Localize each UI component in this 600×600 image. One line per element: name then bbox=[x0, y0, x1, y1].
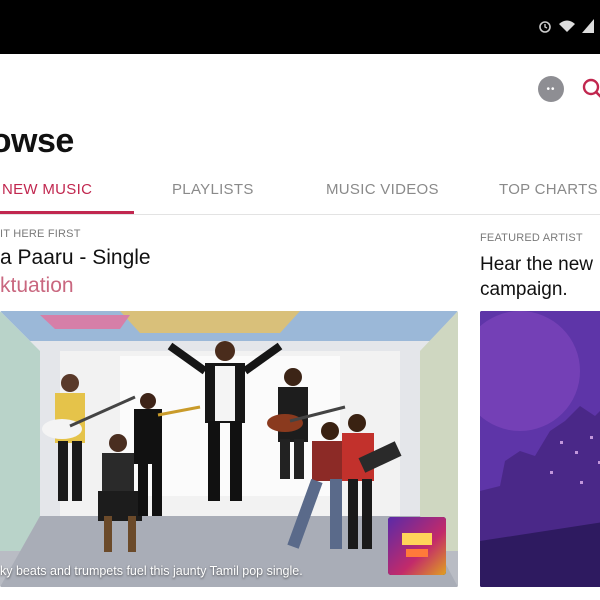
featured-artist-card[interactable]: FEATURED ARTIST Hear the new campaign. bbox=[480, 232, 600, 302]
tab-music-videos[interactable]: MUSIC VIDEOS bbox=[326, 181, 439, 198]
alarm-icon bbox=[538, 19, 552, 33]
featured-release-image[interactable] bbox=[0, 311, 458, 587]
album-art-icon bbox=[388, 517, 446, 575]
release-caption: ky beats and trumpets fuel this jaunty T… bbox=[0, 564, 303, 578]
page-title: rowse bbox=[0, 122, 74, 160]
tab-playlists[interactable]: PLAYLISTS bbox=[172, 181, 254, 198]
featured-artist-subtitle: campaign. bbox=[480, 279, 568, 300]
tab-bar: NEW MUSIC PLAYLISTS MUSIC VIDEOS TOP CHA… bbox=[0, 170, 600, 215]
search-icon bbox=[582, 78, 600, 98]
album-art-thumbnail[interactable] bbox=[388, 517, 446, 575]
status-bar bbox=[0, 0, 600, 54]
cityscape-image bbox=[480, 311, 600, 587]
tab-top-charts[interactable]: TOP CHARTS bbox=[499, 181, 598, 198]
wifi-icon bbox=[558, 19, 576, 33]
featured-artist-title: Hear the new bbox=[480, 254, 594, 275]
release-title: a Paaru - Single bbox=[0, 246, 151, 269]
tab-new-music[interactable]: NEW MUSIC bbox=[2, 181, 92, 198]
featured-artist-image[interactable] bbox=[480, 311, 600, 587]
featured-release-card[interactable]: IT HERE FIRST a Paaru - Single ktuation bbox=[0, 228, 460, 298]
avatar-initials: •• bbox=[546, 83, 556, 95]
active-tab-indicator bbox=[0, 211, 134, 214]
artist-name[interactable]: ktuation bbox=[0, 274, 460, 298]
app-bar bbox=[0, 54, 600, 124]
search-button[interactable] bbox=[580, 76, 600, 102]
avatar[interactable]: •• bbox=[538, 76, 564, 102]
signal-icon bbox=[582, 19, 594, 33]
card-eyebrow-featured-artist: FEATURED ARTIST bbox=[480, 232, 583, 244]
card-eyebrow: IT HERE FIRST bbox=[0, 228, 81, 240]
